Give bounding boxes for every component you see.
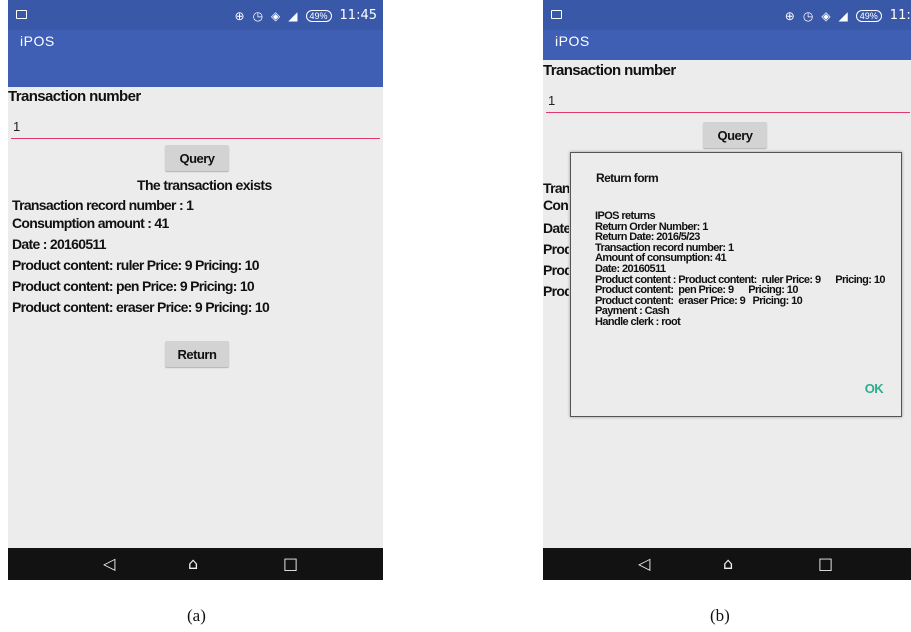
back-icon[interactable]: ◁ [638,554,650,574]
dialog-content: IPOS returns Return Order Number: 1 Retu… [595,211,885,328]
dialog-title: Return form [596,171,659,185]
battery-indicator: 49% [305,9,332,22]
vibrate-icon: ⊕ [234,8,245,23]
app-bar: iPOS [543,30,911,60]
alarm-icon: ◷ [802,8,814,23]
status-bar: ⊕ ◷ ◈ ◢ 49% 11:4 [543,0,911,30]
notification-icon [16,10,27,19]
product-line: Product content: eraser Price: 9 Pricing… [12,299,270,315]
transaction-number-input[interactable] [11,114,380,139]
transaction-number-input[interactable] [546,88,910,113]
app-title: iPOS [20,33,55,49]
battery-indicator: 49% [855,9,882,22]
phone-screen-b: ⊕ ◷ ◈ ◢ 49% 11:4 iPOS Transaction number… [543,0,911,580]
back-icon[interactable]: ◁ [103,554,115,574]
phone-screen-a: ⊕ ◷ ◈ ◢ 49% 11:45 iPOS Transaction numbe… [8,0,383,580]
query-button[interactable]: Query [165,145,229,171]
caption-a: (a) [187,606,206,625]
background-text-partial: Con [543,197,569,213]
figure: ⊕ ◷ ◈ ◢ 49% 11:45 iPOS Transaction numbe… [0,0,911,632]
alarm-icon: ◷ [252,8,264,23]
query-button[interactable]: Query [703,122,767,148]
recent-apps-icon[interactable]: □ [283,554,298,574]
recent-apps-icon[interactable]: □ [818,554,833,574]
background-text-partial: Produ [543,262,569,278]
background-text-partial: Date [543,220,569,236]
consumption-amount: Consumption amount : 41 [12,215,169,231]
navigation-bar: ◁ ⌂ □ [543,548,911,580]
signal-icon: ◢ [838,8,848,23]
dialog-line: Handle clerk : root [595,315,681,328]
status-time: 11:4 [889,8,911,23]
home-icon[interactable]: ⌂ [188,554,198,574]
background-text-partial: Produ [543,283,569,299]
return-button[interactable]: Return [165,341,229,367]
caption-b: (b) [710,606,730,625]
return-form-dialog: Return form IPOS returns Return Order Nu… [570,152,902,417]
wifi-icon: ◈ [821,8,831,23]
app-title: iPOS [555,33,590,49]
transaction-date: Date : 20160511 [12,236,107,252]
background-text-partial: Tran [543,180,569,196]
transaction-number-label: Transaction number [543,62,676,79]
transaction-number-label: Transaction number [8,88,141,105]
app-bar: iPOS [8,30,383,87]
ok-button[interactable]: OK [865,381,884,396]
dialog-line: IPOS returns [595,210,656,222]
vibrate-icon: ⊕ [784,8,795,23]
product-line: Product content: ruler Price: 9 Pricing:… [12,257,260,273]
wifi-icon: ◈ [271,8,281,23]
dialog-line: Date: 20160511 [595,262,666,275]
transaction-record-number: Transaction record number : 1 [12,197,194,213]
status-time: 11:45 [339,8,377,23]
home-icon[interactable]: ⌂ [723,554,733,574]
product-line: Product content: pen Price: 9 Pricing: 1… [12,278,255,294]
transaction-exists-message: The transaction exists [137,177,272,193]
signal-icon: ◢ [288,8,298,23]
background-text-partial: Produ [543,241,569,257]
status-bar: ⊕ ◷ ◈ ◢ 49% 11:45 [8,0,383,30]
notification-icon [551,10,562,19]
navigation-bar: ◁ ⌂ □ [8,548,383,580]
